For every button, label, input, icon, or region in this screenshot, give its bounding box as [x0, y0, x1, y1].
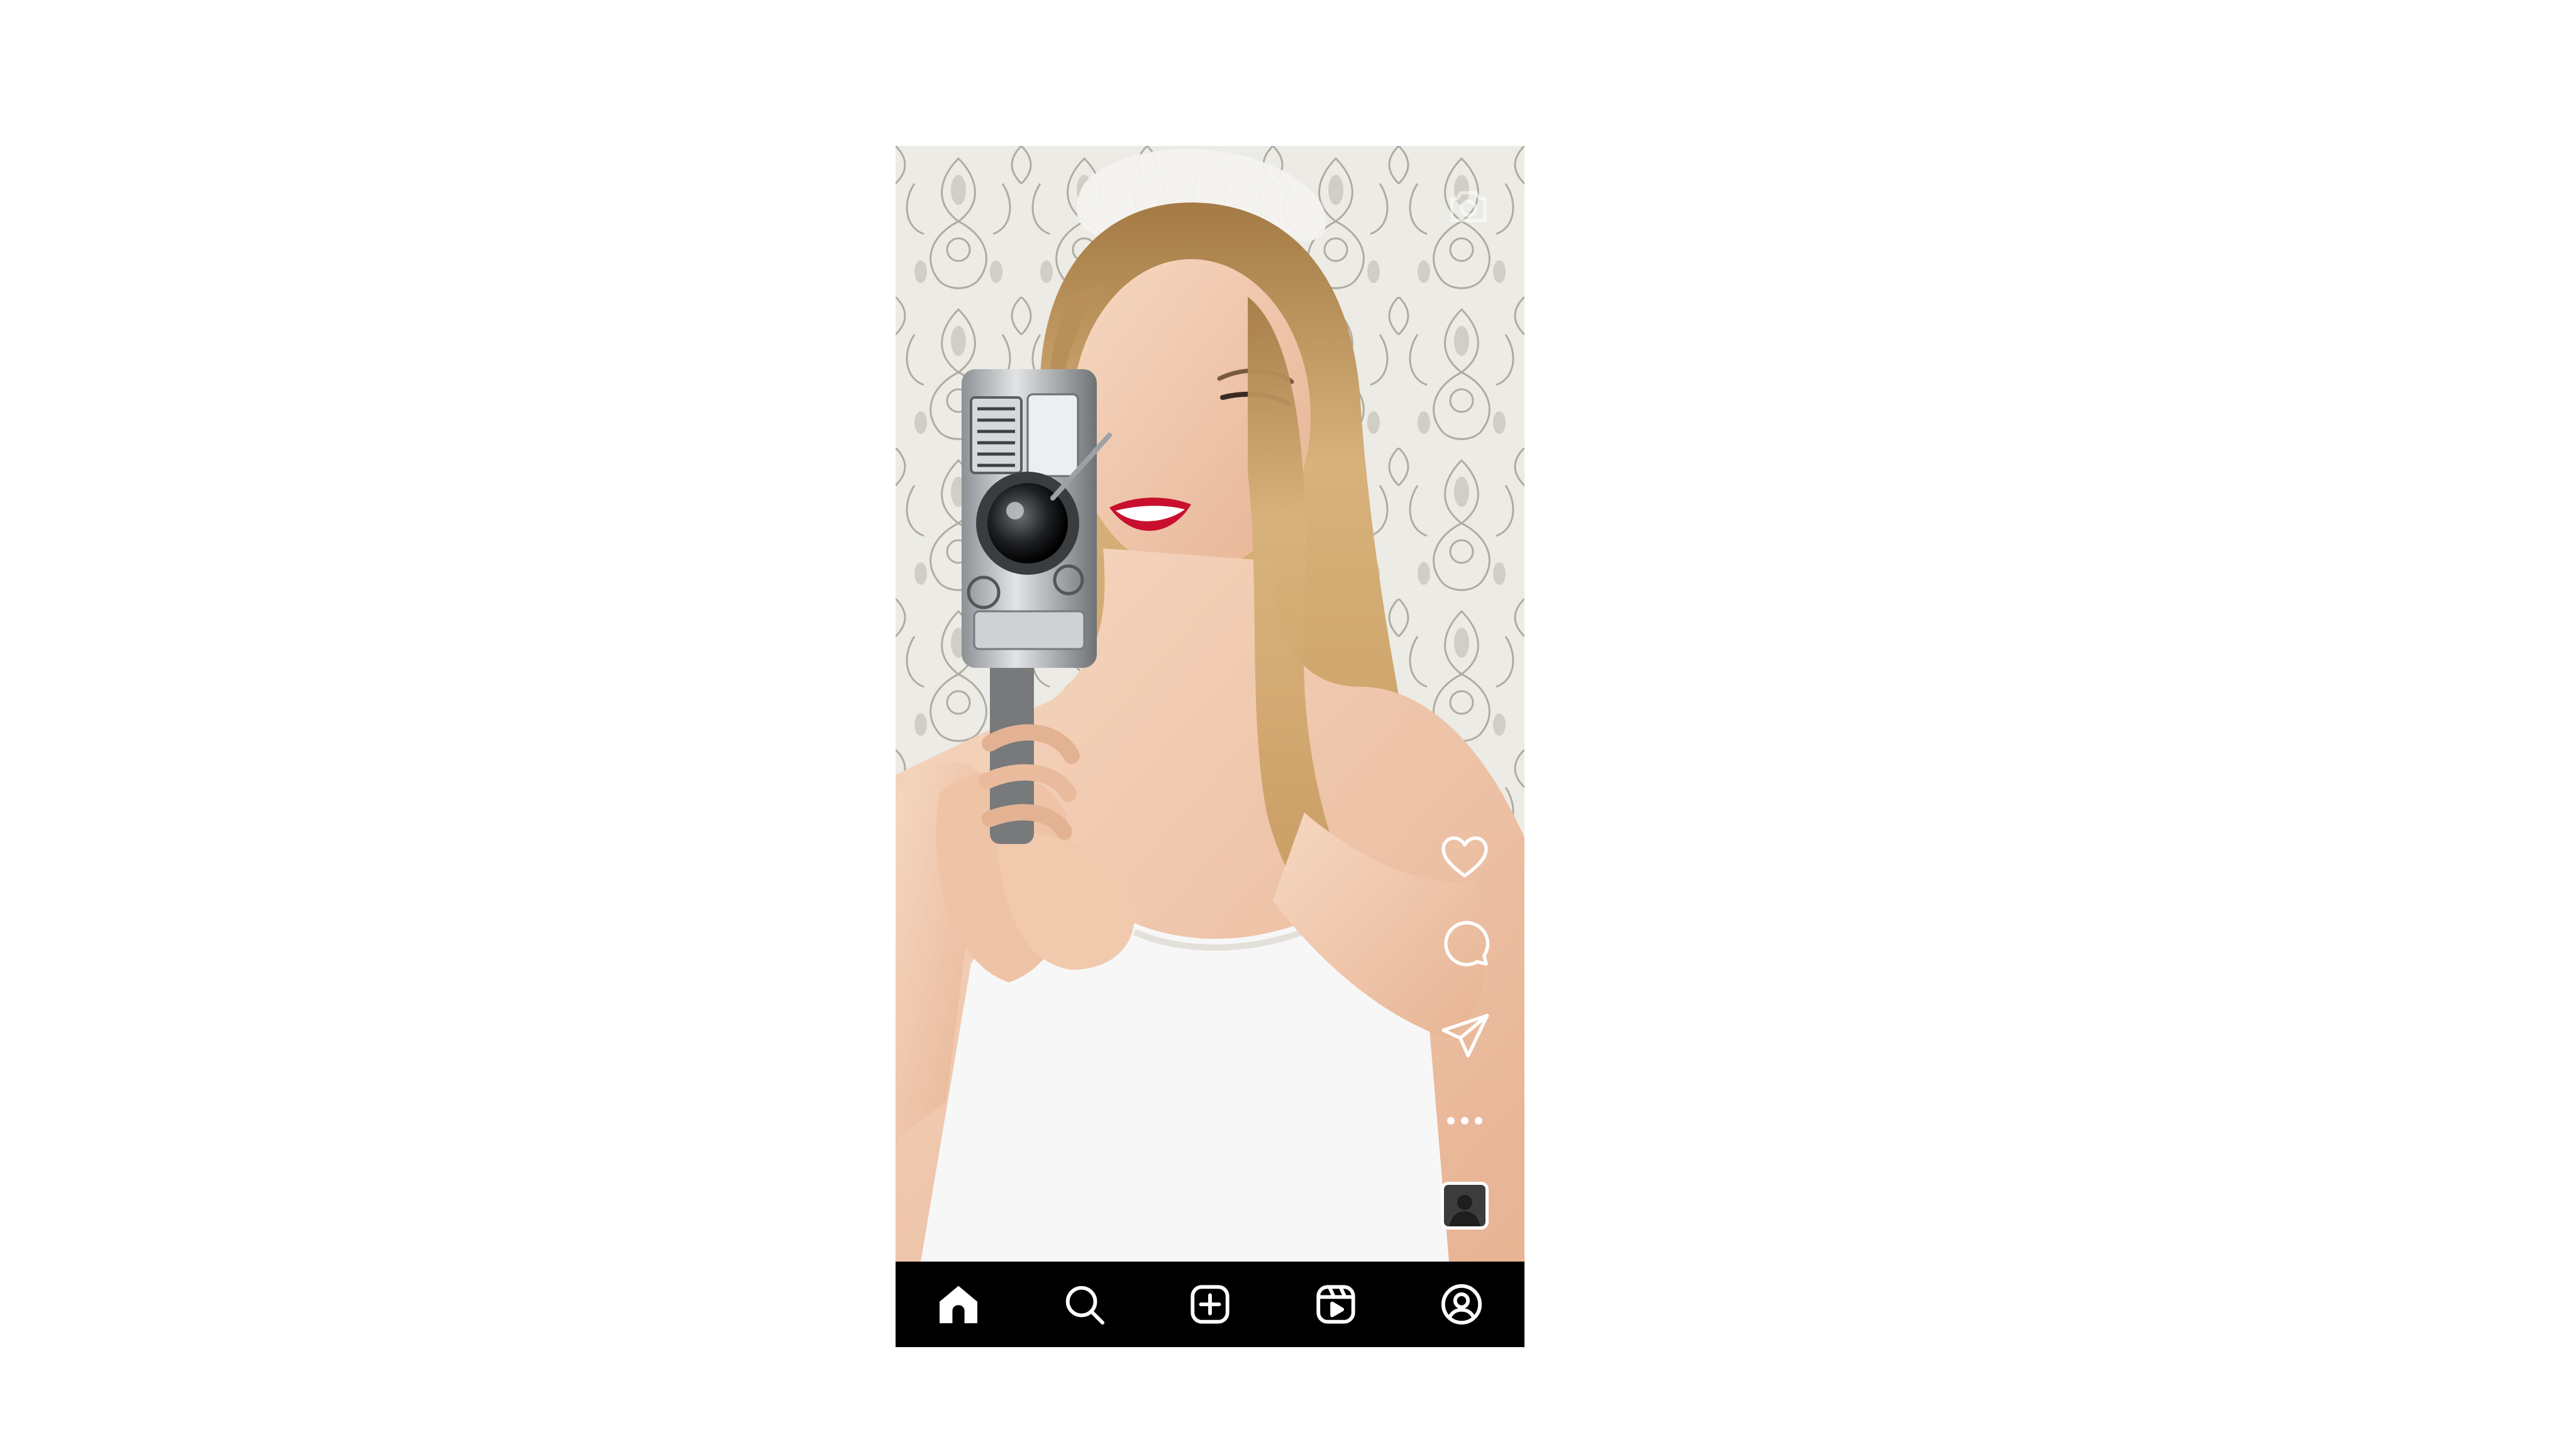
like-button[interactable] [1430, 813, 1499, 901]
comment-icon [1444, 921, 1490, 967]
camera-icon[interactable] [1446, 184, 1491, 228]
create-post-icon [1191, 1285, 1230, 1324]
phone-frame [896, 146, 1524, 1347]
avatar-silhouette-icon [1450, 1195, 1480, 1226]
nav-profile[interactable] [1424, 1267, 1499, 1342]
nav-search[interactable] [1046, 1267, 1122, 1342]
reels-icon [1316, 1285, 1355, 1324]
nav-home[interactable] [921, 1267, 996, 1342]
comment-button[interactable] [1430, 901, 1499, 989]
send-icon [1441, 1014, 1489, 1058]
more-button[interactable] [1430, 1083, 1499, 1158]
more-dots-icon [1447, 1117, 1482, 1124]
search-icon [1065, 1285, 1105, 1325]
heart-icon [1441, 836, 1488, 878]
home-icon [940, 1285, 977, 1323]
bottom-nav [896, 1262, 1524, 1347]
audio-button[interactable] [1430, 1158, 1499, 1253]
action-rail [1430, 813, 1499, 1253]
reel-video[interactable] [896, 146, 1524, 1262]
audio-thumbnail [1441, 1182, 1489, 1230]
nav-create[interactable] [1172, 1267, 1248, 1342]
profile-icon [1441, 1284, 1482, 1325]
nav-reels[interactable] [1298, 1267, 1374, 1342]
share-button[interactable] [1430, 989, 1499, 1083]
